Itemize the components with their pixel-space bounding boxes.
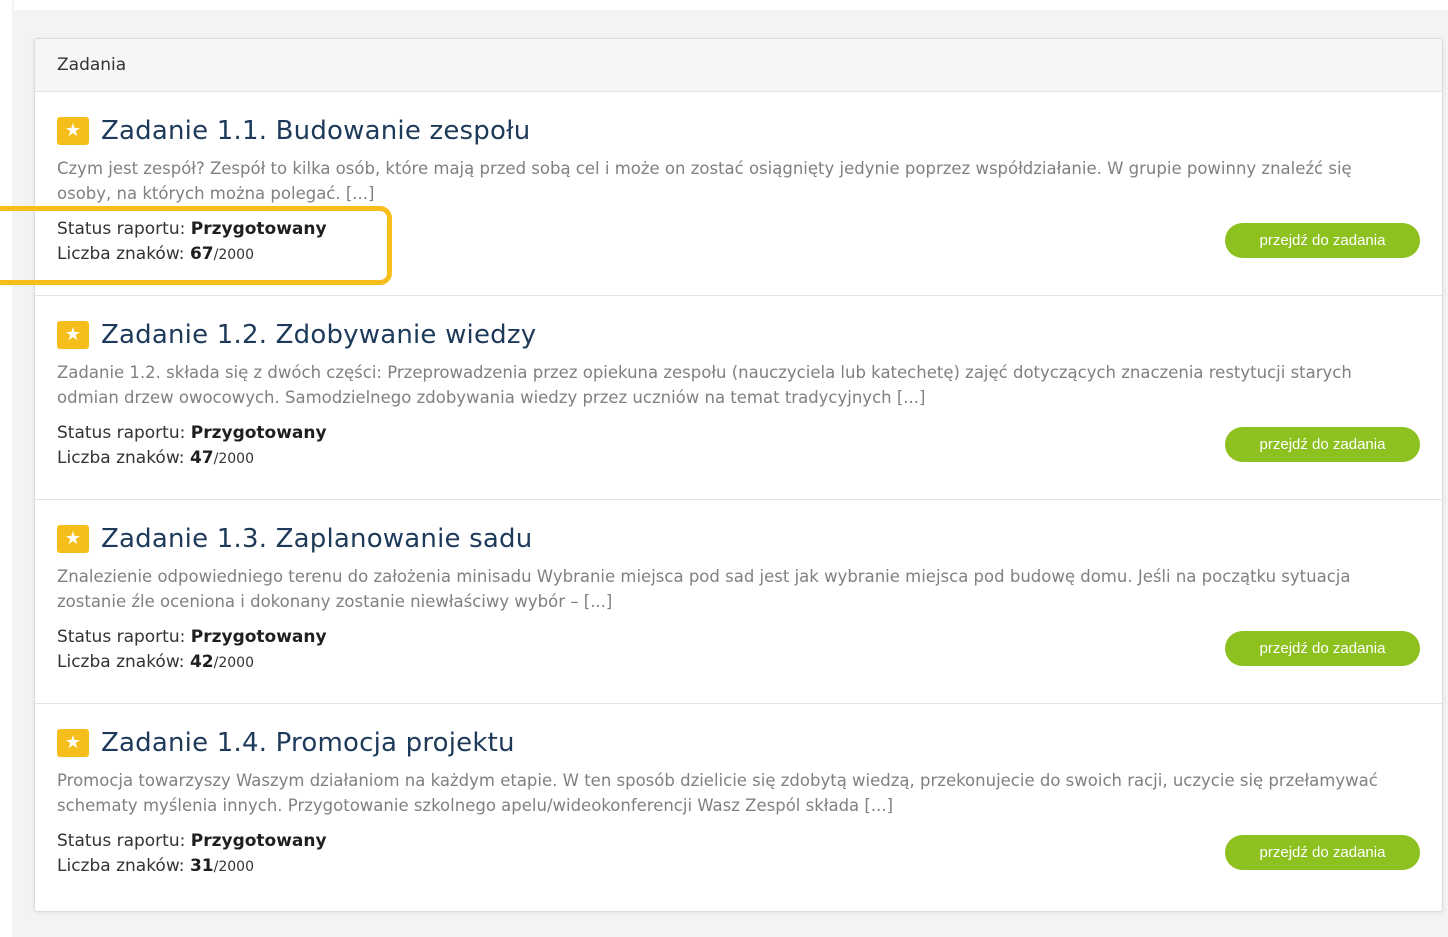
- status-label: Status raportu:: [57, 627, 186, 647]
- task-title[interactable]: Zadanie 1.3. Zaplanowanie sadu: [101, 524, 532, 554]
- task-title[interactable]: Zadanie 1.4. Promocja projektu: [101, 728, 515, 758]
- char-count: Liczba znaków: 47/2000: [57, 446, 1420, 472]
- status-value: Przygotowany: [190, 627, 327, 647]
- char-count-value: 31: [189, 855, 214, 876]
- report-status: Status raportu: Przygotowany: [57, 829, 1420, 854]
- page-left-edge: [0, 0, 12, 937]
- page-top-bar: [14, 0, 1448, 10]
- status-value: Przygotowany: [190, 423, 327, 443]
- star-icon: ★: [57, 729, 89, 757]
- task-title-row: ★ Zadanie 1.1. Budowanie zespołu: [57, 116, 1420, 146]
- star-icon: ★: [57, 117, 89, 145]
- go-to-task-button[interactable]: przejdź do zadania: [1225, 631, 1420, 666]
- report-status: Status raportu: Przygotowany: [57, 421, 1420, 446]
- status-label: Status raportu:: [57, 831, 186, 851]
- task-description: Znalezienie odpowiedniego terenu do zało…: [57, 567, 1351, 611]
- star-icon: ★: [57, 321, 89, 349]
- char-count-label: Liczba znaków:: [57, 855, 185, 876]
- task-item: ★ Zadanie 1.1. Budowanie zespołu Czym je…: [35, 92, 1442, 296]
- panel-header: Zadania: [35, 39, 1442, 92]
- task-title[interactable]: Zadanie 1.2. Zdobywanie wiedzy: [101, 320, 536, 350]
- char-count-value: 67: [189, 243, 214, 264]
- task-title-row: ★ Zadanie 1.2. Zdobywanie wiedzy: [57, 320, 1420, 350]
- task-description: Promocja towarzyszy Waszym działaniom na…: [57, 771, 1378, 815]
- char-count-max: /2000: [213, 246, 254, 263]
- status-label: Status raportu:: [57, 423, 186, 443]
- char-count-value: 42: [189, 651, 214, 672]
- char-count-max: /2000: [213, 654, 254, 671]
- tasks-panel: Zadania ★ Zadanie 1.1. Budowanie zespołu…: [34, 38, 1443, 912]
- go-to-task-button[interactable]: przejdź do zadania: [1225, 223, 1420, 258]
- task-meta: Status raportu: Przygotowany Liczba znak…: [57, 217, 1420, 267]
- status-value: Przygotowany: [190, 831, 327, 851]
- task-item: ★ Zadanie 1.4. Promocja projektu Promocj…: [35, 704, 1442, 908]
- report-status: Status raportu: Przygotowany: [57, 625, 1420, 650]
- task-meta: Status raportu: Przygotowany Liczba znak…: [57, 625, 1420, 675]
- char-count-max: /2000: [213, 858, 254, 875]
- task-title[interactable]: Zadanie 1.1. Budowanie zespołu: [101, 116, 530, 146]
- status-value: Przygotowany: [190, 219, 327, 239]
- char-count: Liczba znaków: 42/2000: [57, 650, 1420, 676]
- status-label: Status raportu:: [57, 219, 186, 239]
- report-status: Status raportu: Przygotowany: [57, 217, 1420, 242]
- task-title-row: ★ Zadanie 1.4. Promocja projektu: [57, 728, 1420, 758]
- char-count-value: 47: [189, 447, 214, 468]
- go-to-task-button[interactable]: przejdź do zadania: [1225, 835, 1420, 870]
- star-icon: ★: [57, 525, 89, 553]
- task-description: Czym jest zespół? Zespół to kilka osób, …: [57, 159, 1352, 203]
- go-to-task-button[interactable]: przejdź do zadania: [1225, 427, 1420, 462]
- char-count: Liczba znaków: 67/2000: [57, 242, 1420, 268]
- task-item: ★ Zadanie 1.3. Zaplanowanie sadu Znalezi…: [35, 500, 1442, 704]
- task-meta: Status raportu: Przygotowany Liczba znak…: [57, 829, 1420, 879]
- char-count-label: Liczba znaków:: [57, 243, 185, 264]
- task-description: Zadanie 1.2. składa się z dwóch części: …: [57, 363, 1352, 407]
- char-count-label: Liczba znaków:: [57, 447, 185, 468]
- char-count-max: /2000: [213, 450, 254, 467]
- task-item: ★ Zadanie 1.2. Zdobywanie wiedzy Zadanie…: [35, 296, 1442, 500]
- task-title-row: ★ Zadanie 1.3. Zaplanowanie sadu: [57, 524, 1420, 554]
- char-count: Liczba znaków: 31/2000: [57, 854, 1420, 880]
- task-meta: Status raportu: Przygotowany Liczba znak…: [57, 421, 1420, 471]
- char-count-label: Liczba znaków:: [57, 651, 185, 672]
